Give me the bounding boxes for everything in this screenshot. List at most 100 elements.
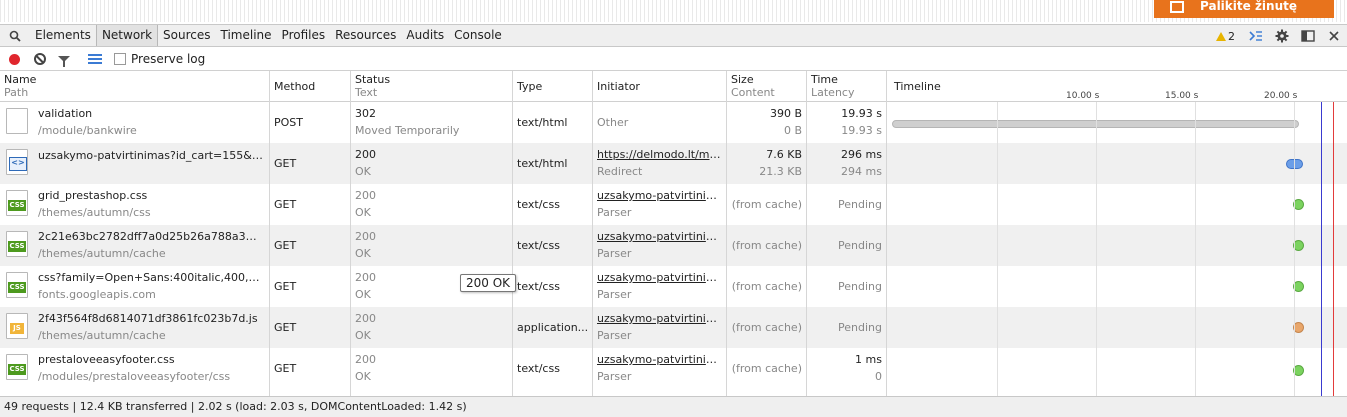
header-latency-label: Latency (811, 86, 855, 99)
timeline-gridline (1096, 102, 1097, 396)
request-row[interactable]: 2f43f564f8d6814071df3861fc023b7d.js/them… (0, 307, 1347, 348)
dock-side-icon[interactable] (1300, 28, 1316, 44)
request-content-size: 0 B (783, 124, 802, 137)
request-status-text: OK (355, 329, 371, 342)
css-icon (6, 231, 28, 257)
header-method[interactable]: Method (274, 80, 315, 93)
header-status-label: Status (355, 73, 391, 86)
request-name: validation (38, 107, 93, 120)
request-row[interactable]: grid_prestashop.css/themes/autumn/css GET… (0, 184, 1347, 225)
request-size: (from cache) (731, 239, 802, 252)
request-type: text/css (517, 362, 560, 375)
network-requests-grid: Name Path Method Status Text Type Initia… (0, 70, 1347, 396)
tab-console[interactable]: Console (449, 25, 507, 46)
column-divider[interactable] (592, 71, 593, 396)
request-status: 200 (355, 230, 376, 243)
request-status-text: Moved Temporarily (355, 124, 460, 137)
request-initiator-link: https://delmodo.lt/mo... (597, 148, 723, 161)
tab-sources[interactable]: Sources (158, 25, 215, 46)
request-initiator-type: Redirect (597, 165, 643, 178)
preserve-log-label: Preserve log (131, 52, 206, 66)
leave-message-label: Palikite žinutę (1200, 0, 1298, 13)
request-row[interactable]: css?family=Open+Sans:400italic,400,300,6… (0, 266, 1347, 307)
request-status: 200 (355, 312, 376, 325)
request-path: /modules/prestaloveeasyfooter/css (38, 370, 231, 383)
column-divider[interactable] (512, 71, 513, 396)
request-status: 302 (355, 107, 376, 120)
request-row[interactable]: uzsakymo-patvirtinimas?id_cart=155&id_..… (0, 143, 1347, 184)
request-type: application... (517, 321, 589, 334)
header-type[interactable]: Type (517, 80, 542, 93)
close-devtools-icon[interactable] (1326, 28, 1342, 44)
html-icon (6, 149, 28, 175)
header-timeline[interactable]: Timeline (894, 80, 941, 93)
request-initiator-type: Parser (597, 206, 632, 219)
request-path: /module/bankwire (38, 124, 137, 137)
css-icon (6, 272, 28, 298)
request-method: GET (274, 239, 297, 252)
header-size[interactable]: Size Content (731, 73, 775, 99)
request-name: uzsakymo-patvirtinimas?id_cart=155&id_..… (38, 149, 263, 162)
header-name[interactable]: Name Path (4, 73, 36, 99)
request-name: 2c21e63bc2782dff7a0d25b26a788a37_all.css (38, 230, 263, 243)
record-icon[interactable] (9, 53, 20, 65)
request-size: (from cache) (731, 362, 802, 375)
request-initiator-link: uzsakymo-patvirtinima... (597, 312, 723, 325)
request-method: GET (274, 280, 297, 293)
tab-timeline[interactable]: Timeline (216, 25, 277, 46)
css-icon (6, 354, 28, 380)
tab-resources[interactable]: Resources (330, 25, 401, 46)
header-text-label: Text (355, 86, 378, 99)
timeline-tick-label: 10.00 s (1066, 91, 1100, 101)
preserve-log-checkbox[interactable] (114, 53, 126, 65)
request-status-text: OK (355, 165, 371, 178)
warnings-counter[interactable]: 2 (1216, 30, 1235, 43)
column-divider[interactable] (886, 71, 887, 396)
request-row[interactable]: 2c21e63bc2782dff7a0d25b26a788a37_all.css… (0, 225, 1347, 266)
tab-audits[interactable]: Audits (401, 25, 449, 46)
js-icon (6, 313, 28, 339)
envelope-icon (1170, 1, 1184, 13)
column-divider[interactable] (350, 71, 351, 396)
column-divider[interactable] (806, 71, 807, 396)
request-time: 296 ms (841, 148, 882, 161)
request-type: text/css (517, 239, 560, 252)
tab-network[interactable]: Network (95, 25, 159, 46)
request-status: 200 (355, 189, 376, 202)
inspect-search-icon[interactable] (0, 25, 30, 47)
request-status-text: OK (355, 206, 371, 219)
request-row[interactable]: validation/module/bankwire POST 302 Moved T… (0, 102, 1347, 143)
filter-icon[interactable] (58, 56, 70, 67)
header-path-label: Path (4, 86, 29, 99)
header-time[interactable]: Time Latency (811, 73, 854, 99)
request-row[interactable]: prestaloveeasyfooter.css/modules/prestal… (0, 348, 1347, 389)
timeline-gridline (997, 102, 998, 396)
tab-elements[interactable]: Elements (30, 25, 96, 46)
settings-gear-icon[interactable] (1274, 28, 1290, 44)
request-method: GET (274, 362, 297, 375)
request-latency: 19.93 s (841, 124, 882, 137)
request-size: (from cache) (731, 321, 802, 334)
clear-icon[interactable] (34, 53, 46, 65)
timeline-tick-label: 20.00 s (1264, 91, 1298, 101)
request-time: Pending (838, 198, 882, 211)
grid-header: Name Path Method Status Text Type Initia… (0, 71, 1347, 102)
column-divider[interactable] (269, 71, 270, 396)
tab-profiles[interactable]: Profiles (277, 25, 331, 46)
header-status[interactable]: Status Text (355, 73, 390, 99)
request-status-text: OK (355, 247, 371, 260)
leave-message-button[interactable]: Palikite žinutę (1154, 0, 1334, 18)
status-tooltip: 200 OK (460, 274, 517, 292)
request-path: fonts.googleapis.com (38, 288, 156, 301)
request-method: POST (274, 116, 303, 129)
warning-icon (1216, 31, 1226, 41)
column-divider[interactable] (726, 71, 727, 396)
request-path: /themes/autumn/css (38, 206, 151, 219)
request-initiator-type: Parser (597, 288, 632, 301)
header-size-label: Size (731, 73, 754, 86)
request-name: grid_prestashop.css (38, 189, 148, 202)
large-rows-icon[interactable] (88, 54, 102, 64)
summary-status-bar: 49 requests | 12.4 KB transferred | 2.02… (0, 396, 1347, 417)
console-drawer-icon[interactable] (1248, 28, 1264, 44)
header-initiator[interactable]: Initiator (597, 80, 640, 93)
